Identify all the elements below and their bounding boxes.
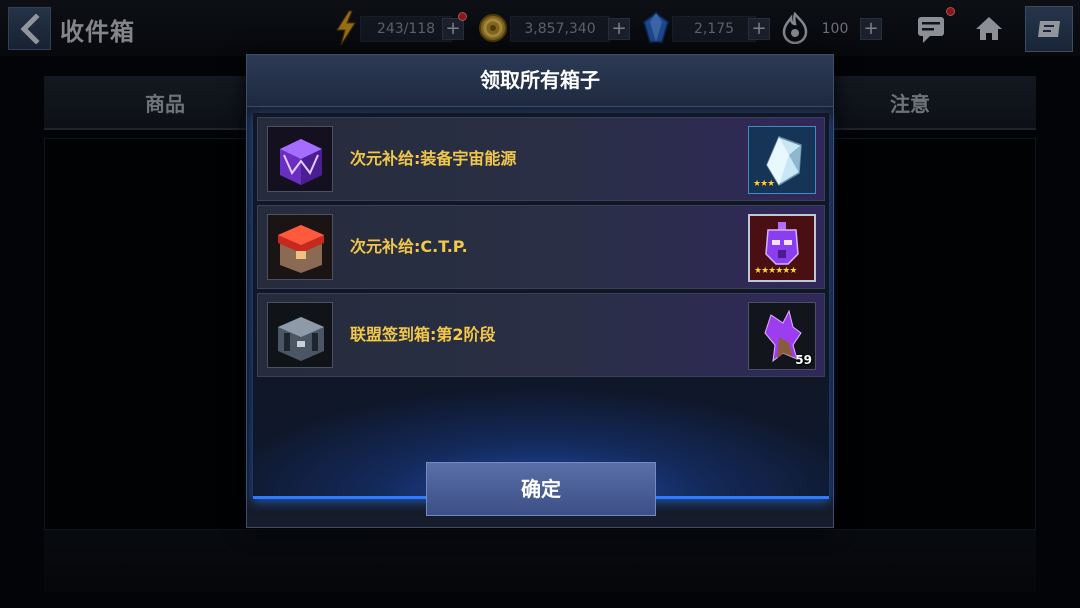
reward-list: 次元补给:装备宇宙能源 ★★★ 次元补给:C.T.P. ★★★★★★ 联盟签到箱… [253, 113, 829, 499]
claim-all-dialog: 领取所有箱子 次元补给:装备宇宙能源 ★★★ 次元补给:C.T.P. ★★★★★… [246, 54, 834, 528]
purple-crate-icon [267, 126, 333, 192]
item-label: 次元补给:C.T.P. [350, 237, 468, 256]
dialog-title: 领取所有箱子 [247, 55, 833, 107]
metal-crate-icon [267, 302, 333, 368]
list-item: 联盟签到箱:第2阶段 59 [257, 293, 825, 377]
item-label: 联盟签到箱:第2阶段 [350, 325, 496, 344]
reward-slot[interactable]: ★★★ [748, 126, 816, 194]
red-crate-icon [267, 214, 333, 280]
list-item: 次元补给:C.T.P. ★★★★★★ [257, 205, 825, 289]
list-item: 次元补给:装备宇宙能源 ★★★ [257, 117, 825, 201]
confirm-button[interactable]: 确定 [426, 462, 656, 516]
reward-slot[interactable]: ★★★★★★ [748, 214, 816, 282]
reward-stars: ★★★★★★ [754, 266, 797, 276]
reward-slot[interactable]: 59 [748, 302, 816, 370]
reward-stars: ★★★ [753, 179, 775, 189]
item-label: 次元补给:装备宇宙能源 [350, 149, 517, 168]
reward-count: 59 [795, 353, 812, 367]
